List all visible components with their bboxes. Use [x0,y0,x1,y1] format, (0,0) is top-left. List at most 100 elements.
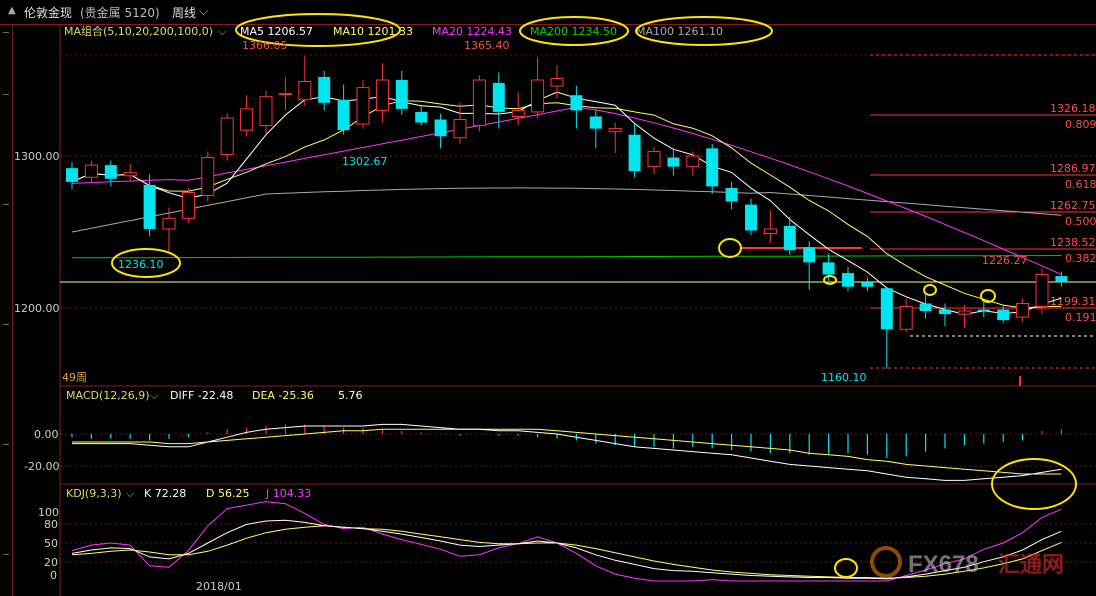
candle-body-down [395,80,408,109]
fib-price-0382: 1238.52 [1050,236,1096,249]
candle-body-up [957,310,971,315]
ma100-line [71,187,1062,233]
candle-body-up [375,79,389,111]
candle-body-down [143,184,156,229]
annotation-high-2: 1365.40 [464,39,510,52]
bars-count-label: 49周 [62,371,87,384]
candle-body-down [803,247,816,263]
candle-body-up [531,79,545,113]
annotation-last-high: 1226.27 [982,254,1028,267]
candle-body-down [842,273,854,287]
candle-body-up [240,108,254,131]
macd-y-tick-20: -20.00 [24,460,59,473]
kdj-j: J 104.33 [265,487,311,500]
candle-body-up [763,228,777,235]
annotation-mid-low: 1302.67 [342,155,388,168]
candle-body-down [318,76,331,103]
highlight-circle-1 [718,238,742,258]
candle-body-up [278,93,292,96]
candle-body-up [201,157,215,197]
ma10-legend: MA10 1201.33 [333,25,413,38]
macd-series [71,423,1063,481]
candle-body-down [997,309,1010,321]
ma100-legend: MA100 1261.10 [636,25,723,38]
fib-ratio-0382: 0.382 [1065,252,1096,265]
candle-body-down [434,119,447,137]
kdj-d: D 56.25 [206,487,249,500]
macd-diff-line [72,423,1062,481]
highlight-circle-2 [823,275,837,285]
candle-body-up [647,150,661,168]
fib-ratio-0500: 0.500 [1065,215,1096,228]
ma-legend-prefix: MA组合(5,10,20,200,100,0) [64,24,213,38]
annotation-low-1: 1236.10 [118,258,164,271]
candle-body-down [589,116,602,129]
candle-body-down [706,148,719,187]
kdj-y-tick-50: 50 [44,537,58,550]
candle-body-up [1016,302,1030,318]
candle-body-down [667,157,680,167]
candle-body-up [162,217,176,230]
kdj-y-tick-0: 0 [50,569,57,582]
kdj-dropdown-icon[interactable]: ⌵ [126,487,135,500]
kdj-y-tick-80: 80 [44,518,58,531]
macd-value: 5.76 [338,389,363,402]
candle-body-down [415,111,428,123]
watermark-brand: FX678 [908,551,979,578]
candle-body-down [745,204,757,231]
candle-body-down [570,95,583,111]
candle-body-down [783,225,796,251]
candle-body-up [472,79,486,127]
candle-body-down [1055,276,1068,283]
candle-body-down [977,309,990,312]
candle-body-up [259,96,273,127]
annotation-low-2: 1160.10 [821,371,867,384]
macd-y-tick-0: 0.00 [34,428,59,441]
candle-body-down [939,309,951,315]
candle-body-down [492,83,505,112]
macd-dea: DEA -25.36 [252,389,314,402]
candle-body-up [899,305,913,330]
ma10-line [71,100,1062,309]
ma-legend-dropdown-icon[interactable]: ⌵ [218,25,227,38]
y-tick-1300: 1300.00 [14,150,60,163]
chart-canvas[interactable]: MA组合(5,10,20,200,100,0) ⌵ MA5 1206.57 MA… [0,0,1096,596]
fib-price-0809: 1326.18 [1050,102,1096,115]
candle-body-down [66,168,78,182]
candle-body-down [822,262,835,275]
candle-body-up [298,81,312,101]
candle-body-up [181,191,195,219]
fib-ratio-0809: 0.809 [1065,118,1096,131]
candle-body-down [880,288,893,330]
highlight-circle-3 [923,284,937,296]
candle-body-up [84,164,98,178]
y-tick-1200: 1200.00 [14,302,60,315]
candle-body-up [453,119,467,139]
candle-body-down [337,99,350,131]
macd-dropdown-icon[interactable]: ⌵ [150,389,159,402]
candle-body-up [511,109,525,117]
kdj-y-tick-20: 20 [44,556,58,569]
x-axis-label: 2018/01 [196,580,242,593]
candle-body-up [1035,274,1049,307]
candle-body-down [861,282,874,287]
ma200-legend: MA200 1234.50 [530,25,617,38]
watermark: FX678 汇通网 [870,546,1064,578]
ma5-legend: MA5 1206.57 [240,25,313,38]
ma-lines [71,91,1062,315]
candle-body-down [725,187,738,202]
ma200-line [72,255,1062,259]
candle-body-down [919,303,932,312]
candle-body-up [608,128,622,133]
fib-price-0618: 1286.97 [1050,162,1096,175]
candle-body-up [686,155,700,168]
fib-ratio-0191: 0.191 [1065,311,1096,324]
candle-body-up [220,117,234,155]
candle-body-down [628,134,641,172]
annotation-high-1: 1366.05 [242,39,288,52]
kdj-k: K 72.28 [144,487,186,500]
watermark-cn: 汇通网 [998,553,1064,578]
ma20-line [71,106,1062,276]
fib-ratio-0618: 0.618 [1065,178,1096,191]
candle-body-up [356,87,370,125]
